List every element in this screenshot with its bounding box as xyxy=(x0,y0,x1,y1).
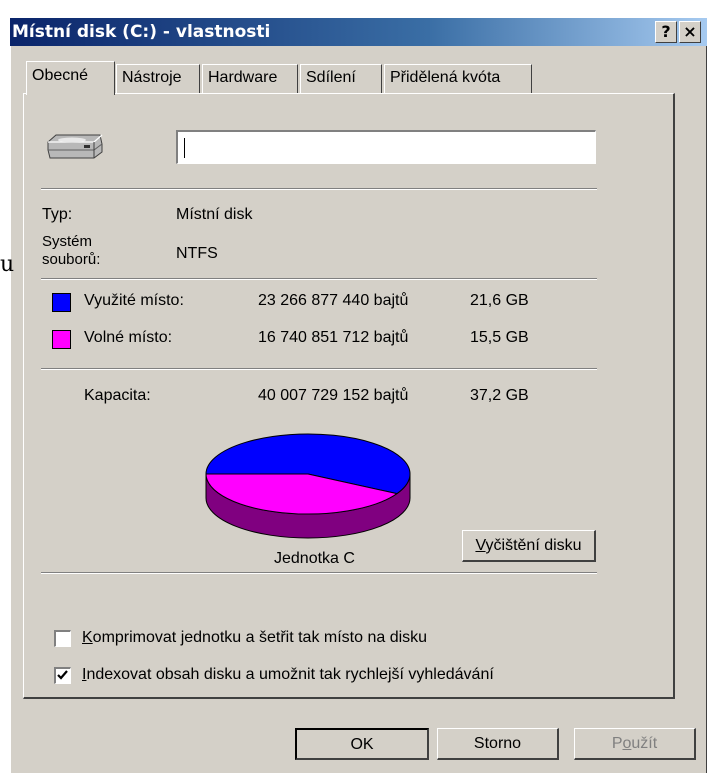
free-space-label: Volné místo: xyxy=(84,329,173,346)
cancel-button[interactable]: Storno xyxy=(437,728,559,760)
ok-button[interactable]: OK xyxy=(295,728,429,760)
index-checkbox[interactable] xyxy=(54,667,71,684)
tab-sharing[interactable]: Sdílení xyxy=(300,64,382,93)
divider xyxy=(41,278,597,280)
tab-hardware[interactable]: Hardware xyxy=(202,64,298,93)
ok-button-label: OK xyxy=(350,736,374,753)
free-space-bytes: 16 740 851 712 bajtů xyxy=(258,329,409,346)
background-text-fragment: u xyxy=(0,252,15,277)
window-title: Místní disk (C:) - vlastnosti xyxy=(12,22,271,42)
filesystem-label-line2: souborů: xyxy=(42,251,101,268)
drive-label: Jednotka C xyxy=(274,550,355,567)
type-value: Místní disk xyxy=(176,206,253,223)
capacity-gb: 37,2 GB xyxy=(470,387,529,404)
filesystem-label-line1: Systém xyxy=(42,233,93,250)
tab-label: Nástroje xyxy=(122,69,182,86)
title-bar[interactable]: Místní disk (C:) - vlastnosti ? × xyxy=(10,18,707,46)
capacity-label: Kapacita: xyxy=(84,387,151,404)
divider xyxy=(41,368,597,370)
used-space-color-swatch xyxy=(52,293,71,312)
disk-usage-pie-chart xyxy=(205,433,411,539)
help-button[interactable]: ? xyxy=(655,21,677,43)
tab-quota[interactable]: Přidělená kvóta xyxy=(384,64,532,93)
checkmark-icon xyxy=(57,670,68,680)
close-button[interactable]: × xyxy=(679,21,701,43)
compress-checkbox[interactable] xyxy=(54,630,71,647)
apply-button-label: Použít xyxy=(611,735,658,752)
divider xyxy=(41,188,597,190)
hard-drive-icon xyxy=(47,134,103,159)
tab-label: Přidělená kvóta xyxy=(390,69,501,86)
tab-label: Obecné xyxy=(32,67,89,84)
type-label: Typ: xyxy=(42,206,73,223)
apply-button[interactable]: Použít xyxy=(574,728,696,760)
tab-general[interactable]: Obecné xyxy=(26,61,115,95)
used-space-gb: 21,6 GB xyxy=(470,292,529,309)
tab-label: Hardware xyxy=(208,69,278,86)
filesystem-value: NTFS xyxy=(176,245,218,262)
free-space-color-swatch xyxy=(52,330,71,349)
divider xyxy=(41,572,597,574)
tab-tools[interactable]: Nástroje xyxy=(116,64,200,93)
capacity-bytes: 40 007 729 152 bajtů xyxy=(258,387,409,404)
used-space-bytes: 23 266 877 440 bajtů xyxy=(258,292,409,309)
used-space-label: Využité místo: xyxy=(84,292,184,309)
cancel-button-label: Storno xyxy=(473,735,522,752)
compress-label[interactable]: Komprimovat jednotku a šetřit tak místo … xyxy=(82,629,427,647)
text-caret xyxy=(184,138,185,158)
free-space-gb: 15,5 GB xyxy=(470,329,529,346)
disk-cleanup-button[interactable]: Vyčištění disku xyxy=(462,530,596,562)
volume-name-input[interactable] xyxy=(176,130,596,164)
tab-label: Sdílení xyxy=(306,69,356,86)
tab-panel-general: Typ: Místní disk Systém souborů: NTFS Vy… xyxy=(23,93,675,699)
disk-cleanup-button-label: Vyčištění disku xyxy=(475,537,582,554)
index-label[interactable]: Indexovat obsah disku a umožnit tak rych… xyxy=(82,666,494,684)
